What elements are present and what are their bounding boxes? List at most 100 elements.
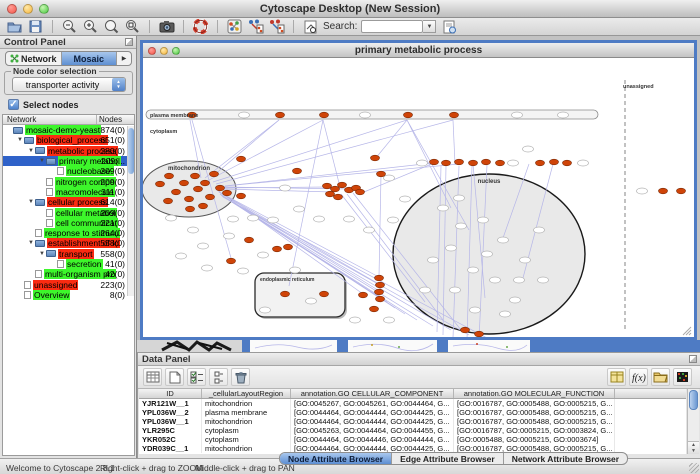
- graph-node-selected[interactable]: [376, 296, 385, 302]
- graph-node[interactable]: [508, 160, 519, 166]
- search-options-icon[interactable]: [441, 19, 458, 35]
- search-input[interactable]: [361, 20, 423, 33]
- canvas-resize-grip[interactable]: [689, 333, 691, 335]
- graph-node[interactable]: [454, 195, 465, 201]
- graph-node-selected[interactable]: [356, 189, 365, 195]
- tab-network-attribute-browser[interactable]: Network Attribute Browser: [504, 453, 627, 464]
- graph-node[interactable]: [490, 277, 501, 283]
- tree-row[interactable]: response to stimulu264(0): [3, 228, 134, 238]
- graph-node[interactable]: [514, 277, 525, 283]
- graph-node[interactable]: [438, 205, 449, 211]
- graph-node[interactable]: [456, 223, 467, 229]
- data-panel-scrollbar-arrows[interactable]: ▲▼: [688, 441, 699, 454]
- function-builder-icon[interactable]: f(x): [629, 368, 648, 386]
- graph-node-selected[interactable]: [323, 183, 332, 189]
- expand-arrow-icon[interactable]: ▼: [27, 199, 35, 205]
- graph-node[interactable]: [344, 216, 355, 222]
- tree-row[interactable]: Overview8(0): [3, 290, 134, 300]
- data-panel-scrollbar[interactable]: ▲▼: [687, 389, 699, 454]
- network-window-controls[interactable]: [148, 47, 180, 55]
- tree-row[interactable]: ▼establishment of lo558(0): [3, 238, 134, 248]
- tab-overflow-arrow[interactable]: ▶: [117, 52, 131, 65]
- new-attribute-icon[interactable]: [165, 368, 184, 386]
- tree-row[interactable]: ▼transport558(0): [3, 249, 134, 259]
- table-row[interactable]: YPL036W__1mitochondrion[GO:0044464, GO:0…: [139, 417, 686, 426]
- tab-edge-attribute-browser[interactable]: Edge Attribute Browser: [392, 453, 504, 464]
- graph-node-selected[interactable]: [375, 275, 384, 281]
- graph-node-selected[interactable]: [536, 160, 545, 166]
- tree-row[interactable]: macromolecule311(0): [3, 187, 134, 197]
- graph-node-selected[interactable]: [469, 160, 478, 166]
- graph-node[interactable]: [239, 112, 250, 118]
- graph-node[interactable]: [290, 267, 301, 273]
- tree-column-network[interactable]: Network: [3, 115, 96, 124]
- graph-node-selected[interactable]: [281, 291, 290, 297]
- graph-node-selected[interactable]: [659, 188, 668, 194]
- graph-node[interactable]: [198, 243, 209, 249]
- tree-row[interactable]: unassigned223(0): [3, 279, 134, 289]
- tree-row[interactable]: multi-organism pro42(0): [3, 269, 134, 279]
- zoom-fit-icon[interactable]: [124, 19, 141, 35]
- graph-node-selected[interactable]: [482, 159, 491, 165]
- graph-node[interactable]: [388, 217, 399, 223]
- graph-node-selected[interactable]: [164, 198, 173, 204]
- network-zoom-button[interactable]: [172, 47, 180, 55]
- column-header-region[interactable]: _cellularLayoutRegion: [202, 389, 291, 398]
- graph-node[interactable]: [238, 268, 249, 274]
- network-overview-icon[interactable]: [226, 19, 243, 35]
- graph-node-selected[interactable]: [245, 237, 254, 243]
- zoom-out-icon[interactable]: [61, 19, 78, 35]
- graph-node[interactable]: [268, 217, 279, 223]
- graph-node[interactable]: [260, 307, 271, 313]
- graph-node[interactable]: [166, 215, 177, 221]
- search-dropdown-arrow[interactable]: ▼: [423, 20, 436, 33]
- graph-node[interactable]: [258, 252, 269, 258]
- tree-row[interactable]: nucleobase-209(0): [3, 166, 134, 176]
- help-lifesaver-icon[interactable]: [192, 19, 209, 35]
- float-panel-icon[interactable]: [125, 38, 133, 46]
- graph-node-selected[interactable]: [320, 291, 329, 297]
- tree-row[interactable]: ▼primary metabol209(...: [3, 156, 134, 166]
- graph-node-selected[interactable]: [334, 194, 343, 200]
- graph-node[interactable]: [450, 287, 461, 293]
- tree-row[interactable]: ▼metabolic process280(0): [3, 146, 134, 156]
- graph-node-selected[interactable]: [326, 191, 335, 197]
- network-close-button[interactable]: [148, 47, 156, 55]
- tab-network[interactable]: Network: [6, 52, 62, 65]
- graph-node[interactable]: [578, 160, 589, 166]
- graph-node-selected[interactable]: [276, 112, 285, 118]
- graph-node[interactable]: [294, 206, 305, 212]
- graph-node[interactable]: [420, 287, 431, 293]
- graph-node[interactable]: [280, 185, 291, 191]
- graph-node-selected[interactable]: [404, 112, 413, 118]
- table-row[interactable]: YPL036W__2plasma membrane[GO:0044464, GO…: [139, 408, 686, 417]
- tree-scrollbar-thumb[interactable]: [128, 128, 134, 174]
- column-header-cellular-component[interactable]: annotation.GO CELLULAR_COMPONENT: [291, 389, 454, 398]
- matrix-view-icon[interactable]: [673, 368, 692, 386]
- apply-layout-1-icon[interactable]: [247, 19, 264, 35]
- graph-node-selected[interactable]: [550, 159, 559, 165]
- zoom-selected-icon[interactable]: [103, 19, 120, 35]
- graph-node-selected[interactable]: [338, 182, 347, 188]
- graph-node-selected[interactable]: [201, 180, 210, 186]
- select-nodes-checkbox[interactable]: ✓: [8, 99, 19, 110]
- node-color-dropdown[interactable]: transporter activity ▲▼: [12, 77, 126, 92]
- graph-node-selected[interactable]: [320, 112, 329, 118]
- graph-node-selected[interactable]: [185, 196, 194, 202]
- expand-arrow-icon[interactable]: ▼: [38, 158, 46, 164]
- expand-arrow-icon[interactable]: ▼: [16, 137, 24, 143]
- graph-node-selected[interactable]: [370, 306, 379, 312]
- graph-node-selected[interactable]: [293, 168, 302, 174]
- tree-row[interactable]: mosaic-demo-yeast874(0): [3, 125, 134, 135]
- graph-node-selected[interactable]: [206, 194, 215, 200]
- graph-node[interactable]: [520, 257, 531, 263]
- graph-node[interactable]: [478, 217, 489, 223]
- graph-node-selected[interactable]: [371, 155, 380, 161]
- graph-node-selected[interactable]: [475, 331, 484, 337]
- graph-node[interactable]: [446, 245, 457, 251]
- graph-node-selected[interactable]: [496, 160, 505, 166]
- graph-node[interactable]: [417, 160, 428, 166]
- graph-node-selected[interactable]: [180, 180, 189, 186]
- open-attributes-icon[interactable]: [651, 368, 670, 386]
- select-attributes-icon[interactable]: [187, 368, 206, 386]
